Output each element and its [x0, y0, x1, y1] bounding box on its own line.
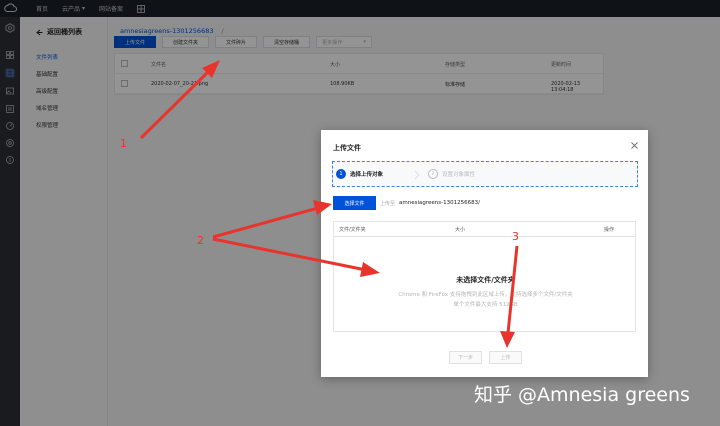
arrow-to-upload-action	[500, 245, 519, 348]
annotation-label-1: 1	[120, 137, 127, 150]
annotation-label-3: 3	[512, 230, 519, 243]
annotation-label-2: 2	[197, 234, 204, 247]
watermark: 知乎 @Amnesia greens	[474, 384, 690, 406]
annotation-arrows	[139, 60, 519, 348]
arrow-to-drop-zone	[212, 237, 380, 277]
arrow-to-upload-button	[139, 60, 220, 140]
arrow-to-select-file	[212, 200, 332, 239]
